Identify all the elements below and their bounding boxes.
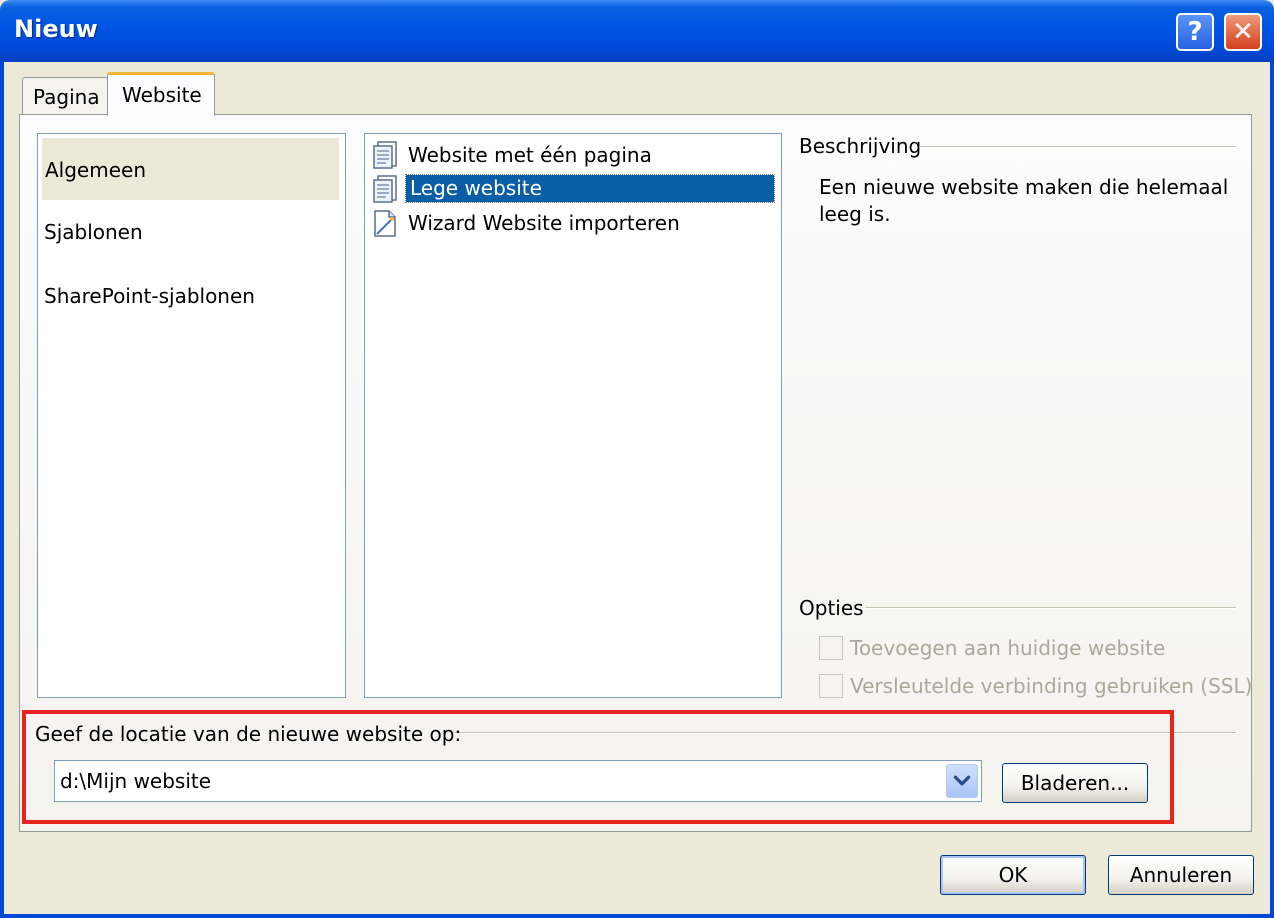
description-text: Een nieuwe website maken die helemaal le… — [819, 175, 1229, 226]
location-value: d:\Mijn website — [60, 769, 212, 793]
dialog-title: Nieuw — [14, 15, 98, 43]
use-ssl-checkbox[interactable] — [819, 674, 843, 698]
browse-button-label: Bladeren... — [1020, 771, 1130, 795]
browse-button[interactable]: Bladeren... — [1002, 763, 1148, 803]
template-label: Website met één pagina — [408, 143, 652, 167]
window-frame-right — [1270, 62, 1274, 918]
help-icon: ? — [1187, 17, 1203, 47]
new-dialog: Nieuw ? ✕ Pagina Website Algemeen Sjablo… — [0, 0, 1274, 918]
category-sjablonen[interactable]: Sjablonen — [44, 220, 143, 244]
tab-website-label: Website — [122, 83, 202, 107]
help-button[interactable]: ? — [1176, 13, 1214, 51]
window-frame-bottom — [0, 914, 1274, 918]
title-bar[interactable]: Nieuw ? ✕ — [0, 0, 1274, 62]
page-icon — [373, 141, 397, 169]
template-label: Lege website — [405, 174, 775, 203]
category-label: Sjablonen — [44, 220, 143, 244]
page-icon — [373, 175, 397, 203]
tab-pagina[interactable]: Pagina — [22, 77, 108, 114]
tab-website[interactable]: Website — [107, 72, 215, 116]
options-heading: Opties — [799, 596, 864, 620]
cancel-button[interactable]: Annuleren — [1108, 855, 1254, 895]
template-list[interactable]: Website met één pagina Lege website Wiza… — [364, 133, 782, 698]
category-label: Algemeen — [45, 158, 147, 182]
use-ssl-label: Versleutelde verbinding gebruiken (SSL) — [850, 674, 1253, 698]
window-frame-left — [0, 62, 4, 918]
location-dropdown-button[interactable] — [946, 764, 978, 798]
close-icon: ✕ — [1232, 17, 1254, 47]
wizard-page-icon — [374, 210, 396, 237]
add-to-current-label: Toevoegen aan huidige website — [850, 636, 1166, 660]
template-item-empty-website[interactable]: Lege website — [371, 172, 777, 206]
template-item-single-page[interactable]: Website met één pagina — [371, 138, 777, 172]
ok-button[interactable]: OK — [940, 855, 1086, 895]
cancel-button-label: Annuleren — [1129, 863, 1233, 887]
category-sharepoint-sjablonen[interactable]: SharePoint-sjablonen — [44, 284, 255, 308]
tab-pagina-label: Pagina — [33, 85, 100, 109]
close-button[interactable]: ✕ — [1224, 13, 1262, 51]
category-list[interactable]: Algemeen Sjablonen SharePoint-sjablonen — [37, 133, 346, 698]
template-label: Wizard Website importeren — [408, 211, 680, 235]
description-divider — [920, 146, 1236, 148]
category-algemeen[interactable]: Algemeen — [42, 138, 339, 200]
ok-button-label: OK — [998, 863, 1028, 887]
description-heading: Beschrijving — [799, 134, 922, 158]
location-combobox[interactable]: d:\Mijn website — [54, 760, 982, 802]
category-label: SharePoint-sjablonen — [44, 284, 255, 308]
add-to-current-checkbox[interactable] — [819, 636, 843, 660]
options-divider — [866, 607, 1236, 609]
chevron-down-icon — [953, 775, 971, 786]
template-item-import-wizard[interactable]: Wizard Website importeren — [371, 206, 777, 240]
